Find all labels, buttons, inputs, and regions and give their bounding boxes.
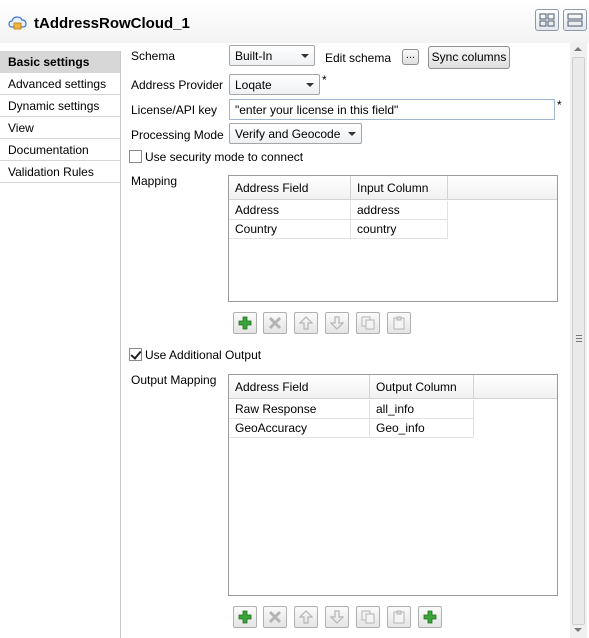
list-view-icon: [567, 13, 583, 27]
scroll-up-icon[interactable]: [574, 47, 582, 51]
move-output-up-button[interactable]: [294, 606, 318, 628]
add-all-output-button[interactable]: [418, 606, 442, 628]
table-cell[interactable]: all_info: [370, 400, 474, 419]
remove-row-button[interactable]: [263, 312, 287, 334]
required-mark: *: [322, 73, 327, 87]
sidebar-item-advanced-settings[interactable]: Advanced settings: [0, 73, 120, 95]
move-down-button[interactable]: [325, 312, 349, 334]
grip-icon: [576, 341, 582, 342]
processing-mode-label: Processing Mode: [131, 128, 224, 142]
output-mapping-table-header: Address Field Output Column: [229, 375, 557, 399]
column-header-output-column[interactable]: Output Column: [370, 375, 474, 399]
title-bar: tAddressRowCloud_1: [0, 0, 589, 43]
plus-icon: [238, 610, 252, 624]
output-mapping-table: Address Field Output Column Raw Response…: [228, 374, 558, 596]
scrollbar-thumb[interactable]: [572, 57, 585, 625]
grip-icon: [576, 338, 582, 339]
sidebar-item-view[interactable]: View: [0, 117, 120, 139]
address-provider-select[interactable]: Loqate: [229, 74, 320, 95]
arrow-up-icon: [299, 316, 313, 330]
security-mode-checkbox[interactable]: [129, 150, 142, 163]
add-row-button[interactable]: [233, 312, 257, 334]
copy-button[interactable]: [356, 312, 380, 334]
column-header-address-field[interactable]: Address Field: [229, 176, 351, 200]
sync-columns-button[interactable]: Sync columns: [428, 46, 510, 69]
license-label: License/API key: [131, 103, 218, 117]
sidebar-item-basic-settings[interactable]: Basic settings: [0, 51, 120, 73]
schema-select[interactable]: Built-In: [229, 45, 315, 66]
tile-view-icon: [539, 13, 555, 27]
component-title: tAddressRowCloud_1: [34, 15, 190, 32]
scroll-down-icon[interactable]: [574, 628, 582, 632]
sidebar-item-dynamic-settings[interactable]: Dynamic settings: [0, 95, 120, 117]
component-icon: [8, 15, 28, 34]
copy-icon: [361, 610, 375, 624]
tile-view-button[interactable]: [535, 9, 559, 31]
output-mapping-label: Output Mapping: [131, 373, 217, 387]
arrow-down-icon: [330, 610, 344, 624]
table-cell[interactable]: Raw Response: [229, 400, 370, 419]
move-output-down-button[interactable]: [325, 606, 349, 628]
plus-icon: [423, 610, 437, 624]
column-header-input-column[interactable]: Input Column: [351, 176, 448, 200]
chevron-down-icon: [348, 132, 356, 136]
schema-label: Schema: [131, 49, 176, 63]
table-cell[interactable]: Address: [229, 201, 351, 220]
processing-mode-value: Verify and Geocode: [235, 127, 341, 141]
settings-sidebar: Basic settings Advanced settings Dynamic…: [0, 51, 121, 638]
required-mark: *: [557, 98, 562, 112]
address-provider-label: Address Provider: [131, 78, 224, 92]
x-icon: [268, 316, 282, 330]
address-provider-value: Loqate: [235, 78, 272, 92]
security-mode-label: Use security mode to connect: [145, 150, 304, 164]
table-cell[interactable]: Geo_info: [370, 419, 474, 438]
additional-output-checkbox[interactable]: [129, 348, 142, 361]
remove-output-row-button[interactable]: [263, 606, 287, 628]
mapping-table: Address Field Input Column Address addre…: [228, 175, 558, 302]
move-up-button[interactable]: [294, 312, 318, 334]
chevron-down-icon: [306, 83, 314, 87]
plus-icon: [238, 316, 252, 330]
grip-icon: [576, 335, 582, 336]
processing-mode-select[interactable]: Verify and Geocode: [229, 123, 362, 144]
add-output-row-button[interactable]: [233, 606, 257, 628]
paste-icon: [393, 316, 405, 330]
chevron-down-icon: [301, 54, 309, 58]
table-cell[interactable]: address: [351, 201, 448, 220]
vertical-scrollbar[interactable]: [570, 43, 587, 638]
mapping-table-header: Address Field Input Column: [229, 176, 557, 200]
license-input[interactable]: "enter your license in this field": [229, 99, 555, 120]
additional-output-label: Use Additional Output: [145, 348, 262, 362]
copy-output-button[interactable]: [356, 606, 380, 628]
table-cell[interactable]: GeoAccuracy: [229, 419, 370, 438]
schema-value: Built-In: [235, 49, 273, 63]
arrow-up-icon: [299, 610, 313, 624]
paste-icon: [393, 610, 405, 624]
sidebar-item-validation-rules[interactable]: Validation Rules: [0, 161, 120, 183]
paste-button[interactable]: [387, 312, 411, 334]
table-cell[interactable]: Country: [229, 220, 351, 239]
edit-schema-label: Edit schema: [325, 51, 392, 65]
list-view-button[interactable]: [563, 9, 587, 31]
sidebar-item-documentation[interactable]: Documentation: [0, 139, 120, 161]
mapping-label: Mapping: [131, 174, 178, 188]
column-header-address-field[interactable]: Address Field: [229, 375, 370, 399]
x-icon: [268, 610, 282, 624]
table-cell[interactable]: country: [351, 220, 448, 239]
basic-settings-panel: Schema Built-In Edit schema ... Sync col…: [121, 43, 570, 638]
arrow-down-icon: [330, 316, 344, 330]
paste-output-button[interactable]: [387, 606, 411, 628]
copy-icon: [361, 316, 375, 330]
edit-schema-button[interactable]: ...: [402, 49, 419, 65]
